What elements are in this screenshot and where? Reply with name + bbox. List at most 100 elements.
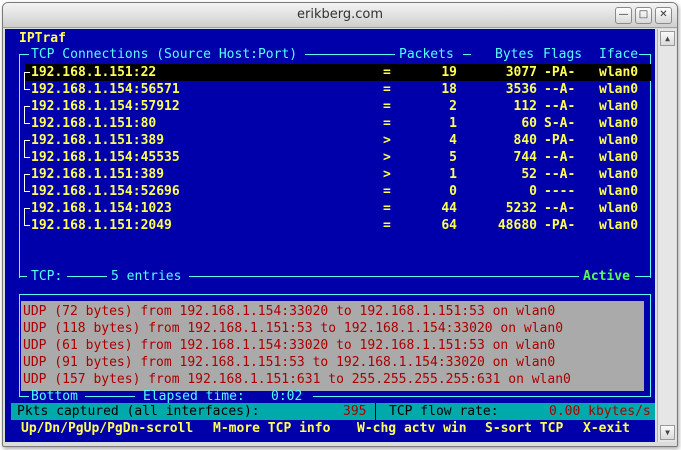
connection-bytes: 48680 [497, 218, 537, 233]
connection-host: 192.168.1.151:22 [31, 65, 157, 80]
udp-messages-panel[interactable]: UDP (72 bytes) from 192.168.1.154:33020 … [21, 301, 644, 391]
scroll-down-icon[interactable]: ▼ [660, 425, 675, 440]
udp-message: UDP (118 bytes) from 192.168.1.151:53 to… [23, 321, 564, 336]
connection-bytes: 3077 [505, 65, 537, 80]
connection-flags: --A- [544, 99, 576, 114]
pair-bracket [24, 149, 30, 158]
border-line [650, 294, 651, 396]
column-header-flags: Flags [543, 47, 583, 62]
connection-host: 192.168.1.151:80 [31, 116, 157, 131]
connection-direction: = [383, 82, 391, 97]
connection-bytes: 5232 [505, 201, 537, 216]
key-action: -exit [590, 421, 630, 436]
maximize-icon[interactable]: □ [635, 7, 652, 24]
connection-direction: = [383, 99, 391, 114]
connection-iface: wlan0 [599, 82, 639, 97]
connection-iface: wlan0 [599, 167, 639, 182]
connection-flags: --A- [544, 82, 576, 97]
connection-direction: = [383, 218, 391, 233]
border-line [19, 396, 29, 397]
connection-iface: wlan0 [599, 218, 639, 233]
connection-packets: 19 [441, 65, 457, 80]
pair-bracket [24, 81, 30, 90]
terminal-window: erikberg.com — □ ✕ IPTraf TCP Connection… [2, 2, 678, 447]
connection-flags: ---- [544, 184, 576, 199]
key-help-window[interactable]: W-chg actv win [357, 420, 467, 437]
column-header-connections: TCP Connections (Source Host:Port) [31, 47, 298, 62]
tcp-entries-count: 5 entries [111, 269, 182, 284]
key-action: -sort TCP [492, 421, 564, 436]
connection-direction: = [383, 116, 391, 131]
connection-bytes: 3536 [505, 82, 537, 97]
connection-iface: wlan0 [599, 99, 639, 114]
column-header-packets: Packets [399, 47, 454, 62]
pair-bracket [24, 217, 30, 226]
connection-iface: wlan0 [599, 133, 639, 148]
window-titlebar[interactable]: erikberg.com — □ ✕ [3, 3, 677, 28]
window-title: erikberg.com [297, 7, 383, 22]
border-line [650, 54, 651, 278]
border-line [19, 294, 20, 396]
connection-host: 192.168.1.154:45535 [31, 150, 180, 165]
connection-iface: wlan0 [599, 150, 639, 165]
connection-direction: > [383, 150, 391, 165]
connection-packets: 44 [441, 201, 457, 216]
border-line [19, 276, 27, 277]
connection-packets: 2 [449, 99, 457, 114]
app-name: IPTraf [19, 31, 66, 46]
udp-message: UDP (72 bytes) from 192.168.1.154:33020 … [23, 304, 556, 319]
connection-packets: 5 [449, 150, 457, 165]
flow-rate-value: 0.00 kbytes/s [549, 404, 651, 419]
connection-flags: -PA- [544, 133, 576, 148]
key-help-more[interactable]: M-more TCP info [213, 420, 330, 437]
connection-host: 192.168.1.151:389 [31, 167, 165, 182]
connection-direction: = [383, 201, 391, 216]
connection-host: 192.168.1.154:56571 [31, 82, 180, 97]
connection-bytes: 744 [513, 150, 537, 165]
border-line [19, 54, 29, 55]
stats-bar: Pkts captured (all interfaces): 395 TCP … [11, 403, 655, 420]
border-line [19, 294, 651, 295]
border-line [67, 276, 107, 277]
key-name: M [213, 421, 221, 436]
connection-flags: -PA- [544, 218, 576, 233]
connection-bytes: 0 [529, 184, 537, 199]
connection-packets: 64 [441, 218, 457, 233]
pair-bracket [24, 183, 30, 192]
connection-direction: > [383, 167, 391, 182]
border-line [85, 396, 135, 397]
connection-direction: = [383, 184, 391, 199]
connection-packets: 18 [441, 82, 457, 97]
iptraf-screen[interactable]: IPTraf TCP Connections (Source Host:Port… [5, 29, 655, 442]
key-help-scroll[interactable]: Up/Dn/PgUp/PgDn-scroll [21, 420, 193, 437]
vertical-scrollbar[interactable]: ▲ ▼ [657, 29, 676, 442]
connection-host: 192.168.1.151:389 [31, 133, 165, 148]
scroll-up-icon[interactable]: ▲ [660, 31, 675, 46]
connection-packets: 0 [449, 184, 457, 199]
connection-bytes: 60 [521, 116, 537, 131]
key-help-exit[interactable]: X-exit [583, 420, 630, 437]
udp-message: UDP (61 bytes) from 192.168.1.154:33020 … [23, 338, 556, 353]
key-action: -chg actv win [364, 421, 467, 436]
connection-direction: > [383, 133, 391, 148]
flow-rate-label: TCP flow rate: [389, 404, 499, 419]
border-line [313, 396, 651, 397]
column-header-bytes: Bytes [495, 47, 535, 62]
minimize-icon[interactable]: — [615, 7, 632, 24]
connection-packets: 1 [449, 167, 457, 182]
connection-bytes: 112 [513, 99, 537, 114]
border-line [463, 54, 471, 55]
border-line [305, 54, 395, 55]
key-name: S [485, 421, 493, 436]
status-separator [375, 403, 376, 420]
connection-flags: S-A- [544, 116, 576, 131]
pair-bracket [24, 115, 30, 124]
key-action: -scroll [138, 421, 194, 436]
close-icon[interactable]: ✕ [655, 7, 672, 24]
key-name: Up/Dn/PgUp/PgDn [21, 421, 139, 436]
tcp-state: Active [583, 269, 630, 284]
udp-message: UDP (91 bytes) from 192.168.1.151:53 to … [23, 355, 556, 370]
connection-host: 192.168.1.151:2049 [31, 218, 172, 233]
key-help-sort[interactable]: S-sort TCP [485, 420, 563, 437]
packets-captured-value: 395 [343, 404, 367, 419]
